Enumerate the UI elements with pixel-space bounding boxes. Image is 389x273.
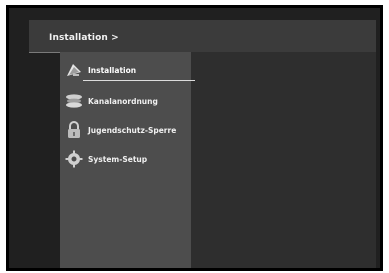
lock-icon	[65, 121, 83, 139]
menu-item-label: Kanalanordnung	[88, 96, 158, 106]
menu-item-jugendschutz-sperre[interactable]: Jugendschutz-Sperre	[60, 119, 191, 141]
menu-item-kanalanordnung[interactable]: Kanalanordnung	[60, 90, 191, 112]
breadcrumb: Installation >	[49, 33, 119, 43]
satellite-dish-icon	[65, 61, 83, 79]
menu-item-installation[interactable]: Installation	[60, 59, 191, 81]
channel-list-icon	[65, 92, 83, 110]
content-panel	[191, 52, 376, 268]
menu-item-system-setup[interactable]: System-Setup	[60, 148, 191, 170]
menu-item-label: Installation	[88, 65, 137, 75]
selected-underline	[83, 80, 195, 81]
menu-item-label: System-Setup	[88, 154, 148, 164]
menu-item-label: Jugendschutz-Sperre	[88, 125, 177, 135]
tv-screen: Installation > Installation Kanalanordnu…	[6, 5, 383, 271]
gear-icon	[65, 150, 83, 168]
